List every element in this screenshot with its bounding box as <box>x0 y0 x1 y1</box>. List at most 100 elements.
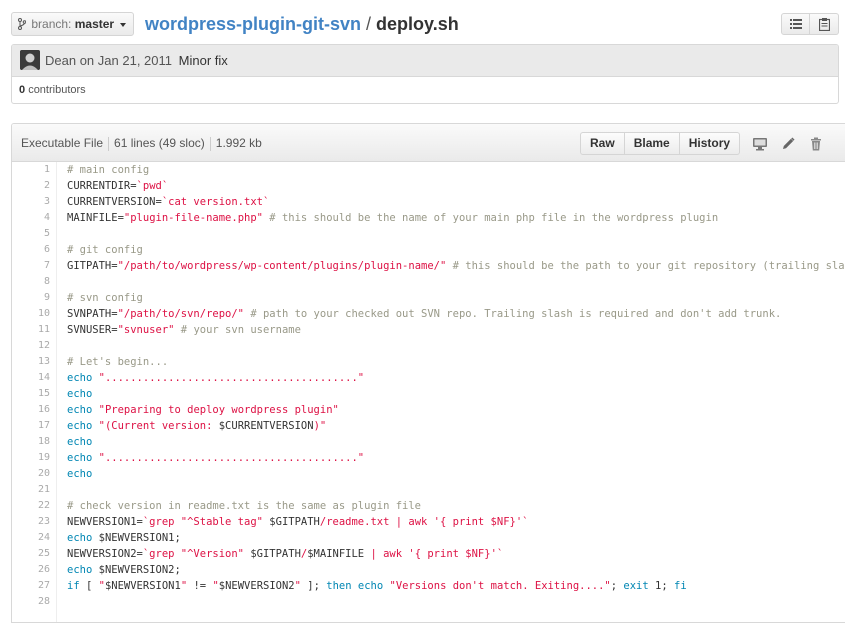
code-line: 20 echo <box>12 466 845 482</box>
line-number[interactable]: 4 <box>12 210 50 226</box>
contributors-count: 0 <box>19 84 26 96</box>
line-number[interactable]: 22 <box>12 498 50 514</box>
edit-file-button[interactable] <box>780 136 796 152</box>
line-number[interactable]: 15 <box>12 386 50 402</box>
blame-button[interactable]: Blame <box>624 132 680 155</box>
code-token: ; <box>610 580 624 592</box>
line-content: if [ "$NEWVERSION1" != "$NEWVERSION2" ];… <box>67 578 687 594</box>
code-line: 4 MAINFILE="plugin-file-name.php" # this … <box>12 210 845 226</box>
code-token: != <box>187 580 213 592</box>
line-content: MAINFILE="plugin-file-name.php" # this s… <box>67 210 718 226</box>
commit-header: Dean on Jan 21, 2011 Minor fix <box>12 45 838 77</box>
code-token: echo <box>357 580 384 592</box>
line-number[interactable]: 16 <box>12 402 50 418</box>
line-content: # Let's begin... <box>67 354 168 370</box>
history-button[interactable]: History <box>679 132 741 155</box>
code-line: 28 <box>12 594 845 610</box>
file-action-buttons: Raw Blame History <box>580 132 741 155</box>
code-token: # git config <box>67 244 143 256</box>
line-number[interactable]: 18 <box>12 434 50 450</box>
code-line: 26 echo $NEWVERSION2; <box>12 562 845 578</box>
copy-path-button[interactable] <box>810 13 839 35</box>
line-number[interactable]: 9 <box>12 290 50 306</box>
code-token: $NEWVERSION1 <box>104 580 181 592</box>
commit-on-label: on <box>79 53 95 68</box>
code-token: `pwd` <box>136 180 169 192</box>
code-token: NEWVERSION1= <box>67 516 143 528</box>
line-content: # svn config <box>67 290 143 306</box>
line-number[interactable]: 19 <box>12 450 50 466</box>
line-number[interactable]: 23 <box>12 514 50 530</box>
raw-button[interactable]: Raw <box>580 132 625 155</box>
line-number[interactable]: 13 <box>12 354 50 370</box>
line-number[interactable]: 5 <box>12 226 50 242</box>
code-token: `grep "^Stable tag" <box>142 516 270 528</box>
code-line: 6 # git config <box>12 242 845 258</box>
delete-file-button[interactable] <box>808 136 824 152</box>
code-token: # main config <box>67 164 150 176</box>
file-size: 1.992 kb <box>215 136 262 150</box>
file-name: deploy.sh <box>376 14 459 34</box>
line-number[interactable]: 3 <box>12 194 50 210</box>
code-token: echo <box>67 420 93 432</box>
code-token: $NEWVERSION2; <box>92 564 181 576</box>
code-token: ".......................................… <box>92 452 365 464</box>
code-token: # your svn username <box>174 324 301 336</box>
breadcrumb-separator: / <box>366 14 372 34</box>
line-number[interactable]: 11 <box>12 322 50 338</box>
commit-author[interactable]: Dean <box>45 53 76 68</box>
line-number[interactable]: 28 <box>12 594 50 610</box>
code-token: echo <box>67 532 93 544</box>
line-content: echo "(Current version: $CURRENTVERSION)… <box>67 418 326 434</box>
code-token: CURRENTVERSION= <box>67 196 162 208</box>
line-number[interactable]: 10 <box>12 306 50 322</box>
line-number[interactable]: 17 <box>12 418 50 434</box>
line-number[interactable]: 14 <box>12 370 50 386</box>
line-number[interactable]: 8 <box>12 274 50 290</box>
code-line: 10 SVNPATH="/path/to/svn/repo/" # path to… <box>12 306 845 322</box>
meta-divider <box>209 136 211 151</box>
branch-selector-button[interactable]: branch: master <box>11 12 135 36</box>
line-content: CURRENTVERSION=`cat version.txt` <box>67 194 269 210</box>
line-number[interactable]: 24 <box>12 530 50 546</box>
line-content: SVNPATH="/path/to/svn/repo/" # path to y… <box>67 306 781 322</box>
line-content: NEWVERSION2=`grep "^Version" $GITPATH/$M… <box>67 546 503 562</box>
line-number[interactable]: 12 <box>12 338 50 354</box>
line-number[interactable]: 2 <box>12 178 50 194</box>
file-viewer: Executable File 61 lines (49 sloc) 1.992 k… <box>11 123 845 623</box>
line-number[interactable]: 7 <box>12 258 50 274</box>
line-number[interactable]: 20 <box>12 466 50 482</box>
line-number[interactable]: 27 <box>12 578 50 594</box>
contributors-summary: 0 contributors <box>19 77 86 103</box>
line-number[interactable]: 26 <box>12 562 50 578</box>
code-token: $MAINFILE <box>307 548 365 560</box>
code-token: NEWVERSION2= <box>67 548 143 560</box>
code-token: $NEWVERSION2 <box>218 580 295 592</box>
line-number[interactable]: 6 <box>12 242 50 258</box>
code-token: ".......................................… <box>92 372 365 384</box>
code-token: fi <box>674 580 687 592</box>
code-token: echo <box>67 388 93 400</box>
avatar[interactable] <box>20 50 40 70</box>
line-content: NEWVERSION1=`grep "^Stable tag" $GITPATH… <box>67 514 529 530</box>
chevron-down-icon <box>120 22 127 27</box>
repo-link[interactable]: wordpress-plugin-git-svn <box>145 14 361 34</box>
code-line: 24 echo $NEWVERSION1; <box>12 530 845 546</box>
breadcrumb: wordpress-plugin-git-svn / deploy.sh <box>145 12 459 36</box>
code-token: $CURRENTVERSION <box>218 420 314 432</box>
commit-message[interactable]: Minor fix <box>179 53 228 68</box>
clipboard-icon <box>818 17 830 31</box>
line-number[interactable]: 21 <box>12 482 50 498</box>
line-content: echo $NEWVERSION1; <box>67 530 181 546</box>
code-token: /readme.txt | awk '{ print $NF}'` <box>319 516 529 528</box>
code-listing: 1 # main config 2 CURRENTDIR=`pwd` 3 CURRENTV… <box>12 162 845 610</box>
code-token: echo <box>67 468 93 480</box>
line-number[interactable]: 1 <box>12 162 50 178</box>
file-list-button[interactable] <box>781 13 810 35</box>
line-number[interactable]: 25 <box>12 546 50 562</box>
open-desktop-button[interactable] <box>752 136 768 152</box>
line-content: echo <box>67 386 92 402</box>
code-token: `grep "^Version" <box>142 548 251 560</box>
line-content: echo <box>67 466 92 482</box>
commit-summary: Dean on Jan 21, 2011 Minor fix <box>45 45 228 76</box>
